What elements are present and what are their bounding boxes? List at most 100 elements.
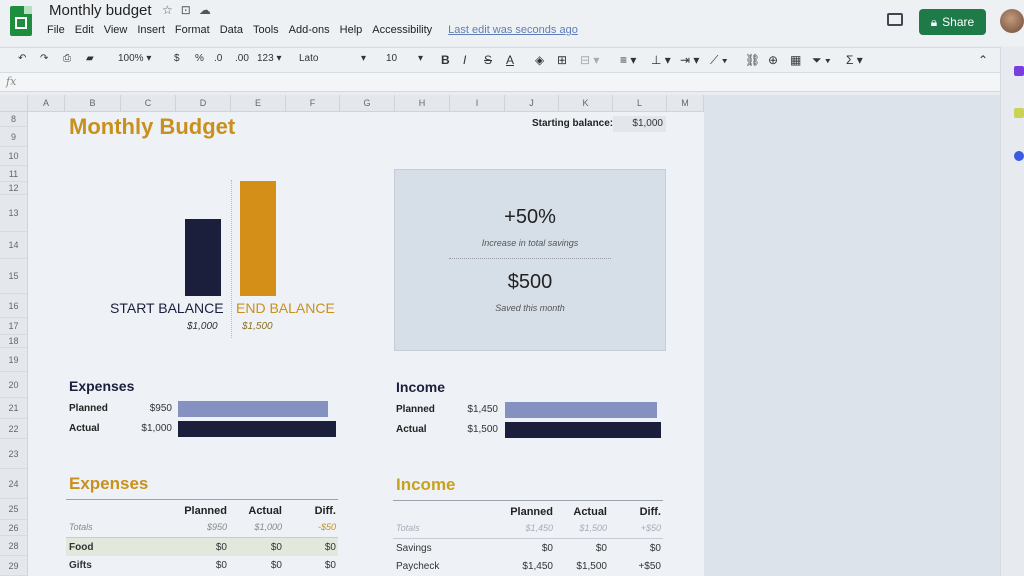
functions-button[interactable]: Σ ▾ [846,53,863,67]
expenses-actual-bar [178,421,336,437]
menu-view[interactable]: View [104,24,128,36]
more-formats-select[interactable]: 123 ▾ [257,53,282,64]
text-wrap-icon[interactable]: ⇥ ▾ [680,53,699,67]
row-header[interactable]: 16 [0,294,28,318]
merge-cells-icon[interactable]: ⊟ ▾ [580,53,599,67]
row-header[interactable]: 15 [0,259,28,294]
strikethrough-button[interactable]: S [484,53,492,67]
column-header-a[interactable]: A [28,95,65,112]
keep-addon-icon[interactable] [1014,108,1024,118]
start-balance-label: START BALANCE [110,300,224,316]
column-header-c[interactable]: C [121,95,176,112]
menu-file[interactable]: File [47,24,65,36]
align-horizontal-icon[interactable]: ≡ ▾ [620,53,636,67]
row-header[interactable]: 12 [0,182,28,195]
paint-format-icon[interactable]: ▰ [86,53,94,64]
insert-comment-icon[interactable]: ⊕ [768,53,778,67]
cloud-status-icon[interactable]: ☁ [199,3,211,17]
borders-icon[interactable]: ⊞ [557,53,567,67]
expenses-actual-value: $1,000 [141,423,172,434]
row-header[interactable]: 24 [0,469,28,499]
sheet-empty-area [704,95,1000,576]
row-header[interactable]: 8 [0,112,28,127]
formula-bar[interactable]: fx [0,73,1000,92]
expenses-table-title: Expenses [69,474,149,493]
decrease-decimal-button[interactable]: .0 [214,53,222,64]
column-header-m[interactable]: M [667,95,704,112]
column-header-l[interactable]: L [613,95,667,112]
income-header-actual: Actual [573,506,607,518]
move-folder-icon[interactable]: ⊡ [181,3,191,17]
menu-insert[interactable]: Insert [137,24,165,36]
expenses-mini-title: Expenses [69,378,135,394]
calendar-addon-icon[interactable] [1014,66,1024,76]
row-header[interactable]: 18 [0,335,28,348]
starting-balance-cell[interactable]: $1,000 [613,116,666,132]
font-family-select[interactable]: Lato ▾ [299,53,367,64]
column-header-h[interactable]: H [395,95,450,112]
row-header[interactable]: 25 [0,499,28,520]
fill-color-icon[interactable]: ◈ [535,53,544,67]
row-header[interactable]: 14 [0,232,28,259]
document-title[interactable]: Monthly budget [49,2,152,19]
account-avatar[interactable] [1000,9,1024,33]
last-edit-link[interactable]: Last edit was seconds ago [448,24,578,36]
column-header-e[interactable]: E [231,95,286,112]
select-all-corner[interactable] [0,95,28,112]
row-header[interactable]: 13 [0,195,28,232]
undo-icon[interactable]: ↶ [18,53,26,64]
collapse-toolbar-icon[interactable]: ⌃ [978,53,988,67]
column-header-g[interactable]: G [340,95,395,112]
text-color-button[interactable]: A [506,53,514,67]
print-icon[interactable]: ⎙ [63,53,71,64]
italic-button[interactable]: I [463,53,466,67]
font-size-select[interactable]: 10 ▾ [386,53,426,64]
row-header[interactable]: 28 [0,536,28,556]
column-header-f[interactable]: F [286,95,340,112]
column-header-i[interactable]: I [450,95,505,112]
menu-addons[interactable]: Add-ons [289,24,330,36]
bold-button[interactable]: B [441,53,450,67]
menu-edit[interactable]: Edit [75,24,94,36]
align-vertical-icon[interactable]: ⊥ ▾ [651,53,671,67]
row-header[interactable]: 10 [0,147,28,166]
insert-chart-icon[interactable]: ▦ [790,53,801,67]
income-row-name: Savings [396,543,432,554]
percent-format-button[interactable]: % [195,53,204,64]
row-header[interactable]: 17 [0,318,28,335]
column-header-k[interactable]: K [559,95,613,112]
menu-tools[interactable]: Tools [253,24,279,36]
insert-link-icon[interactable]: ⛓ [745,53,760,67]
text-rotation-icon[interactable]: ⟋ ▾ [710,53,728,68]
comment-history-icon[interactable] [887,13,903,26]
star-icon[interactable]: ☆ [162,3,173,17]
menu-format[interactable]: Format [175,24,210,36]
row-header[interactable]: 22 [0,419,28,439]
share-button[interactable]: 🔒︎ Share [919,9,986,35]
menu-accessibility[interactable]: Accessibility [372,24,432,36]
savings-percent: +50% [504,206,556,228]
row-header[interactable]: 9 [0,127,28,147]
column-header-b[interactable]: B [65,95,121,112]
menu-data[interactable]: Data [220,24,243,36]
row-header[interactable]: 23 [0,439,28,469]
redo-icon[interactable]: ↷ [40,53,48,64]
starting-balance-label: Starting balance: [532,118,614,129]
savings-percent-caption: Increase in total savings [481,238,579,248]
column-header-j[interactable]: J [505,95,559,112]
zoom-select[interactable]: 100% ▾ [118,53,151,64]
filter-icon[interactable]: ⏷ ▾ [812,53,831,68]
row-header[interactable]: 20 [0,372,28,398]
tasks-addon-icon[interactable] [1014,151,1024,161]
row-header[interactable]: 29 [0,556,28,576]
row-header[interactable]: 26 [0,520,28,536]
menu-help[interactable]: Help [340,24,363,36]
column-header-d[interactable]: D [176,95,231,112]
row-header[interactable]: 11 [0,166,28,182]
row-header[interactable]: 19 [0,348,28,372]
row-header[interactable]: 21 [0,398,28,419]
currency-format-button[interactable]: $ [174,53,180,64]
sheets-logo-icon[interactable] [10,6,32,36]
income-actual-label: Actual [396,424,427,435]
increase-decimal-button[interactable]: .00 [235,53,249,64]
